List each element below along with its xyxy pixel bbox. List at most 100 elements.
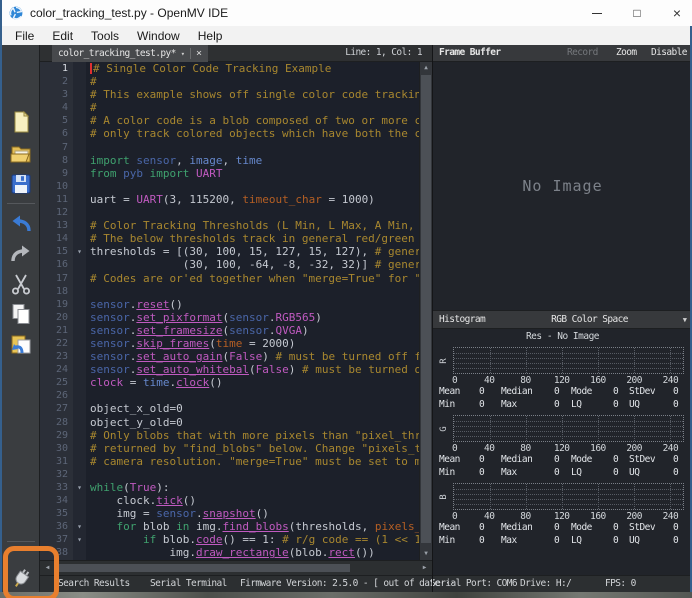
- fold-margin: [73, 389, 86, 403]
- code-line[interactable]: 37 ▾ if blob.code() == 1: # r/g code == (…: [40, 533, 419, 547]
- code-line[interactable]: 25 clock = time.clock(): [40, 376, 419, 390]
- menu-tools[interactable]: Tools: [82, 29, 128, 43]
- line-number: 8: [40, 153, 73, 167]
- minimize-button[interactable]: [590, 12, 604, 14]
- code-line[interactable]: 16 (30, 100, -64, -8, -32, 32)] # generi…: [40, 258, 419, 272]
- line-number: 28: [40, 415, 73, 429]
- vertical-scrollbar[interactable]: ▲ ▼: [419, 62, 432, 560]
- code-line[interactable]: 26: [40, 389, 419, 403]
- close-button[interactable]: ×: [670, 5, 684, 21]
- panel-splitter[interactable]: [432, 45, 433, 592]
- code-line[interactable]: 29 # Only blobs that with more pixels tha…: [40, 428, 419, 442]
- tab-close-icon[interactable]: ×: [196, 48, 202, 59]
- paste-button[interactable]: [8, 331, 34, 357]
- vertical-scrollbar-handle[interactable]: [421, 75, 431, 543]
- channel-stats-row: Min 0 Max 0 LQ 0 UQ 0: [433, 535, 692, 548]
- horizontal-scrollbar-handle[interactable]: [54, 564, 350, 572]
- maximize-button[interactable]: □: [630, 6, 644, 20]
- code-token: ):: [156, 481, 170, 494]
- undo-icon: [12, 215, 31, 232]
- code-line[interactable]: 10: [40, 179, 419, 193]
- horizontal-scrollbar[interactable]: ◀ ▶: [40, 560, 432, 575]
- code-line[interactable]: 14 # The below thresholds track in genera…: [40, 232, 419, 246]
- fold-margin: [73, 88, 86, 102]
- scroll-right-icon[interactable]: ▶: [418, 561, 431, 575]
- code-line[interactable]: 17 # Codes are or'ed together when "merge…: [40, 271, 419, 285]
- copy-button[interactable]: [8, 301, 34, 327]
- tab-dropdown-icon[interactable]: ▾: [181, 50, 185, 58]
- line-number: 24: [40, 363, 73, 377]
- code-line[interactable]: 13 # Color Tracking Thresholds (L Min, L …: [40, 219, 419, 233]
- code-editor[interactable]: 1 # Single Color Code Tracking Example 2 #3…: [40, 62, 432, 560]
- code-line[interactable]: 21 sensor.set_framesize(sensor.QVGA): [40, 323, 419, 337]
- tab-color-tracking-test[interactable]: color_tracking_test.py* ▾ ×: [52, 45, 208, 62]
- code-line[interactable]: 12: [40, 206, 419, 220]
- toolbar-separator: [7, 203, 35, 204]
- code-token: blob: [136, 520, 177, 534]
- code-line[interactable]: 7: [40, 140, 419, 154]
- scroll-down-icon[interactable]: ▼: [420, 548, 432, 560]
- fold-marker-icon[interactable]: ▾: [73, 520, 86, 534]
- fold-margin: [73, 297, 86, 311]
- menu-window[interactable]: Window: [128, 29, 189, 43]
- serial-port-label: Serial Port: COM6: [430, 578, 518, 589]
- firmware-version-label[interactable]: Firmware Version: 2.5.0 - [ out of date·…: [240, 578, 456, 589]
- tab-separator: [189, 48, 191, 59]
- code-line[interactable]: 19 sensor.reset(): [40, 297, 419, 311]
- open-file-button[interactable]: [8, 141, 34, 167]
- code-line[interactable]: 4 #: [40, 101, 419, 115]
- code-line[interactable]: 8 import sensor, image, time: [40, 153, 419, 167]
- title-bar[interactable]: color_tracking_test.py - OpenMV IDE □ ×: [0, 0, 692, 27]
- code-line[interactable]: 31 # camera resolution. "merge=True" must…: [40, 454, 419, 468]
- code-token: (3, 115200,: [162, 192, 243, 206]
- code-line[interactable]: 24 sensor.set_auto_whitebal(False) # must…: [40, 363, 419, 377]
- cut-button[interactable]: [8, 271, 34, 297]
- menu-help[interactable]: Help: [189, 29, 232, 43]
- fold-marker-icon[interactable]: ▾: [73, 481, 86, 495]
- axis-tick-label: 40: [484, 511, 495, 522]
- chevron-down-icon[interactable]: ▼: [683, 316, 687, 324]
- code-line[interactable]: 22 sensor.skip_frames(time = 2000): [40, 336, 419, 351]
- code-line[interactable]: 35 img = sensor.snapshot(): [40, 507, 419, 521]
- fold-marker-icon[interactable]: ▾: [73, 245, 86, 259]
- code-line[interactable]: 5 # A color code is a blob composed of tw…: [40, 114, 419, 128]
- line-number: 15: [40, 245, 73, 259]
- fold-marker-icon[interactable]: ▾: [73, 533, 86, 547]
- code-line[interactable]: 20 sensor.set_pixformat(sensor.RGB565): [40, 310, 419, 324]
- redo-button[interactable]: [8, 241, 34, 267]
- code-line[interactable]: 3 # This example shows off single color c…: [40, 88, 419, 102]
- code-line[interactable]: 23 sensor.set_auto_gain(False) # must be …: [40, 350, 419, 364]
- gridline: [454, 426, 683, 427]
- zoom-button[interactable]: Zoom: [616, 47, 637, 58]
- code-line[interactable]: 34 clock.tick(): [40, 494, 419, 508]
- colorspace-select[interactable]: RGB Color Space: [503, 314, 676, 325]
- menu-edit[interactable]: Edit: [43, 29, 82, 43]
- code-line[interactable]: 38 img.draw_rectangle(blob.rect()): [40, 546, 419, 560]
- search-results-button[interactable]: Search Results: [58, 578, 130, 589]
- code-line[interactable]: 36 ▾ for blob in img.find_blobs(threshold…: [40, 520, 419, 534]
- save-file-button[interactable]: [8, 171, 34, 197]
- code-line[interactable]: 28 object_y_old=0: [40, 415, 419, 429]
- disable-button[interactable]: Disable: [651, 47, 687, 58]
- code-line[interactable]: 11 uart = UART(3, 115200, timeout_char = …: [40, 192, 419, 207]
- code-line[interactable]: 27 object_x_old=0: [40, 402, 419, 416]
- code-line[interactable]: 9 from pyb import UART: [40, 166, 419, 180]
- code-token: False: [229, 350, 263, 364]
- menu-file[interactable]: File: [6, 29, 43, 43]
- code-line[interactable]: 18: [40, 284, 419, 298]
- code-line[interactable]: 33 ▾ while(True):: [40, 481, 419, 495]
- stat-value: 0: [479, 386, 485, 397]
- code-line[interactable]: 2 #: [40, 75, 419, 89]
- scroll-up-icon[interactable]: ▲: [420, 62, 432, 74]
- gridline: [489, 348, 491, 373]
- undo-button[interactable]: [8, 211, 34, 237]
- code-line[interactable]: 1 # Single Color Code Tracking Example: [40, 62, 419, 76]
- new-file-button[interactable]: [8, 109, 34, 135]
- code-token: time: [143, 376, 170, 390]
- code-line[interactable]: 15 ▾ thresholds = [(30, 100, 15, 127, 15, …: [40, 245, 419, 259]
- code-line[interactable]: 6 # only track colored objects which have…: [40, 127, 419, 141]
- code-line[interactable]: 30 # returned by "find_blobs" below. Chan…: [40, 441, 419, 455]
- code-line[interactable]: 32: [40, 467, 419, 481]
- serial-terminal-button[interactable]: Serial Terminal: [150, 578, 227, 589]
